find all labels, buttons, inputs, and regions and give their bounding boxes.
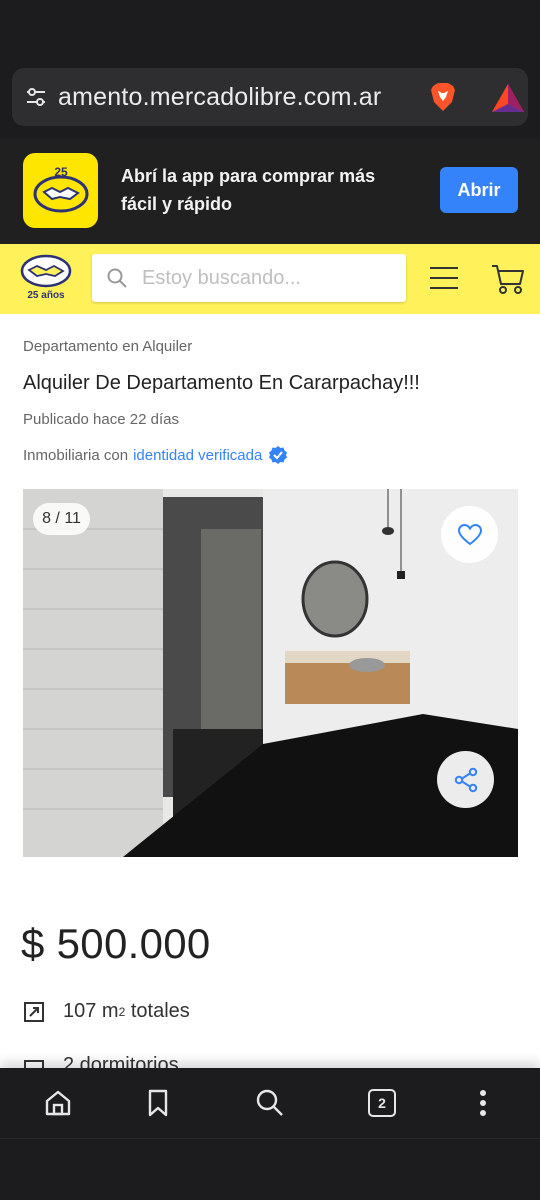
area-suffix: totales xyxy=(125,1000,190,1022)
search-icon[interactable] xyxy=(253,1086,287,1120)
bedrooms-value: 2 dormitorios xyxy=(63,1054,179,1068)
area-unit-superscript: 2 xyxy=(118,1004,126,1019)
site-settings-icon[interactable] xyxy=(14,68,58,126)
verified-identity-link[interactable]: identidad verificada xyxy=(133,447,262,464)
app-install-banner: 25 Abrí la app para comprar más fácil y … xyxy=(0,138,540,244)
brave-rewards-icon[interactable] xyxy=(490,82,526,114)
area-spec: 107 m2 totales xyxy=(23,1000,190,1023)
site-header: 25 años Estoy buscando... xyxy=(0,244,540,314)
share-button[interactable] xyxy=(437,751,494,808)
tabs-button[interactable]: 2 xyxy=(365,1086,399,1120)
listing-title: Alquiler De Departamento En Cararpachay!… xyxy=(23,372,420,394)
svg-text:25: 25 xyxy=(54,165,68,179)
search-icon xyxy=(92,254,142,302)
browser-toolbar: amento.mercadolibre.com.ar xyxy=(0,62,540,138)
listing-content: Departamento en Alquiler Alquiler De Dep… xyxy=(0,314,540,1068)
hamburger-menu-icon[interactable] xyxy=(428,264,460,292)
browser-bottom-toolbar: 2 xyxy=(0,1068,540,1138)
published-date: Publicado hace 22 días xyxy=(23,411,179,428)
screen: amento.mercadolibre.com.ar 25 Abrí la ap… xyxy=(0,0,540,1200)
mercadolibre-logo[interactable]: 25 años xyxy=(20,254,72,306)
share-icon xyxy=(454,767,477,792)
home-icon[interactable] xyxy=(41,1086,75,1120)
more-menu-icon[interactable] xyxy=(466,1086,500,1120)
area-value: 107 m xyxy=(63,1000,119,1022)
mercadolibre-app-logo: 25 xyxy=(23,153,98,228)
verified-badge-icon xyxy=(268,445,288,465)
app-banner-text: Abrí la app para comprar más fácil y ráp… xyxy=(121,166,376,214)
bedrooms-spec: 2 dormitorios xyxy=(23,1054,179,1068)
cart-icon[interactable] xyxy=(490,262,526,296)
open-app-button[interactable]: Abrir xyxy=(440,167,518,213)
seller-prefix: Inmobiliaria con xyxy=(23,446,129,464)
search-input[interactable]: Estoy buscando... xyxy=(92,254,406,302)
status-bar xyxy=(0,0,540,62)
brave-shields-icon[interactable] xyxy=(426,80,460,114)
seller-info: Inmobiliaria con identidad verificada xyxy=(23,445,288,465)
photo-counter: 8 / 11 xyxy=(33,503,90,535)
url-text[interactable]: amento.mercadolibre.com.ar xyxy=(58,83,412,112)
search-placeholder: Estoy buscando... xyxy=(142,266,301,289)
listing-price: $ 500.000 xyxy=(21,920,211,967)
bookmark-icon[interactable] xyxy=(141,1086,175,1120)
tabs-count: 2 xyxy=(368,1089,396,1117)
photo-gallery[interactable]: 8 / 11 xyxy=(23,489,518,857)
listing-category[interactable]: Departamento en Alquiler xyxy=(23,338,192,355)
favorite-button[interactable] xyxy=(441,506,498,563)
system-gesture-area xyxy=(0,1138,540,1200)
heart-icon xyxy=(457,523,482,545)
logo-years-label: 25 años xyxy=(27,290,65,301)
address-bar[interactable]: amento.mercadolibre.com.ar xyxy=(12,68,528,126)
area-icon xyxy=(23,1001,45,1023)
bed-icon xyxy=(23,1055,45,1068)
